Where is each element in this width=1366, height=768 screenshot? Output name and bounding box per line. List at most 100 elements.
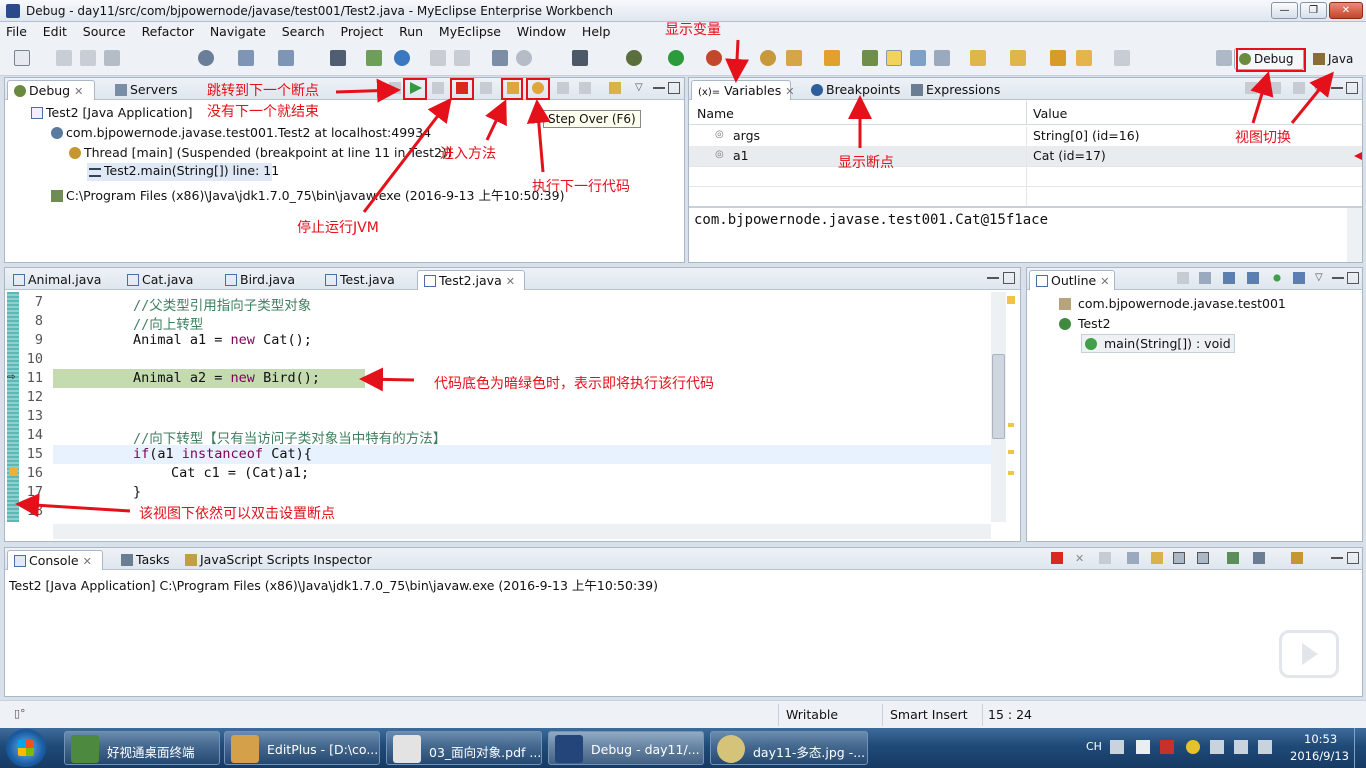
camera-icon[interactable]: [572, 50, 588, 66]
taskbar-item-1[interactable]: EditPlus - [D:\co...: [224, 731, 380, 765]
input-language[interactable]: CH: [1086, 740, 1102, 753]
tab-debug[interactable]: Debug ✕: [7, 80, 95, 100]
editor-horizontal-scrollbar[interactable]: [53, 524, 991, 539]
show-logical-structure-icon[interactable]: [1269, 82, 1281, 94]
tray-plus-icon[interactable]: [1186, 740, 1200, 754]
tab-variables[interactable]: (x)= Variables ✕: [691, 80, 794, 100]
column-divider[interactable]: [1026, 101, 1027, 125]
java-perspective-button[interactable]: Java: [1308, 48, 1364, 70]
back-icon[interactable]: [1076, 50, 1092, 66]
overview-marker[interactable]: [1008, 450, 1014, 454]
taskbar-item-0[interactable]: 好视通桌面终端: [64, 731, 220, 765]
tab-test-java[interactable]: Test.java: [319, 270, 415, 290]
run-icon[interactable]: [668, 50, 684, 66]
drop-to-frame-icon[interactable]: [579, 82, 591, 94]
new-console-icon[interactable]: [1253, 552, 1265, 564]
close-tab-icon[interactable]: ✕: [506, 275, 515, 288]
code-line-14[interactable]: //向下转型【只有当访问子类对象当中特有的方法】: [133, 427, 446, 447]
start-button[interactable]: [6, 729, 46, 767]
table-icon[interactable]: [492, 50, 508, 66]
menu-project[interactable]: Project: [335, 22, 390, 39]
minimize-view-icon[interactable]: [1331, 87, 1343, 89]
menu-source[interactable]: Source: [77, 22, 132, 39]
fast-view-icon[interactable]: ▯°: [14, 707, 26, 720]
nav2-icon[interactable]: [454, 50, 470, 66]
minimize-view-icon[interactable]: [987, 277, 999, 279]
tab-expressions[interactable]: Expressions: [905, 80, 1005, 100]
wand-icon[interactable]: [786, 50, 802, 66]
prev-annotation-icon[interactable]: [1010, 50, 1026, 66]
tab-outline[interactable]: Outline ✕: [1029, 270, 1115, 290]
save-icon[interactable]: [56, 50, 72, 66]
tray-app-icon[interactable]: [1160, 740, 1174, 754]
power-icon[interactable]: [1258, 740, 1272, 754]
maximize-view-icon[interactable]: [1346, 82, 1358, 94]
show-desktop-button[interactable]: [1354, 728, 1366, 768]
clock-date[interactable]: 2016/9/13: [1290, 749, 1349, 763]
code-line-11[interactable]: Animal a2 = new Bird();: [133, 370, 320, 386]
debug-run-icon[interactable]: [626, 50, 642, 66]
view-menu-icon[interactable]: ▽: [1315, 272, 1327, 284]
open-type-icon[interactable]: [824, 50, 840, 66]
outline-package[interactable]: com.bjpowernode.javase.test001: [1059, 296, 1286, 311]
code-line-15[interactable]: if(a1 instanceof Cat){: [133, 446, 312, 462]
close-button[interactable]: ✕: [1329, 2, 1363, 19]
mark-occurrences-icon[interactable]: [886, 50, 902, 66]
maximize-view-icon[interactable]: [668, 82, 680, 94]
editor-vertical-scrollbar[interactable]: [991, 292, 1006, 522]
use-step-filters-icon[interactable]: [609, 82, 621, 94]
clock-time[interactable]: 10:53: [1304, 732, 1337, 746]
sort-icon[interactable]: [1199, 272, 1211, 284]
run-server-icon[interactable]: [278, 50, 294, 66]
save-all-icon[interactable]: [80, 50, 96, 66]
taskbar-item-4[interactable]: day11-多态.jpg -...: [710, 731, 868, 765]
collapse-all-icon[interactable]: [1177, 272, 1189, 284]
whitespace-icon[interactable]: [934, 50, 950, 66]
maximize-button[interactable]: ❐: [1300, 2, 1327, 19]
tab-cat-java[interactable]: Cat.java: [121, 270, 213, 290]
menu-help[interactable]: Help: [576, 22, 617, 39]
keyboard-icon[interactable]: [1110, 740, 1124, 754]
scrollbar-thumb[interactable]: [992, 354, 1005, 439]
db-icon[interactable]: [516, 50, 532, 66]
minimize-view-icon[interactable]: [1331, 557, 1343, 559]
minimize-view-icon[interactable]: [653, 87, 665, 89]
network-icon[interactable]: [1234, 740, 1248, 754]
remove-launch-icon[interactable]: ✕: [1075, 552, 1087, 565]
tab-js-inspector[interactable]: JavaScript Scripts Inspector: [179, 550, 372, 570]
remove-terminated-icon[interactable]: [389, 82, 401, 94]
hide-static-icon[interactable]: [1247, 272, 1259, 284]
menu-window[interactable]: Window: [511, 22, 572, 39]
tree-launch[interactable]: Test2 [Java Application]: [31, 105, 193, 120]
menu-file[interactable]: File: [0, 22, 33, 39]
deploy-icon[interactable]: [238, 50, 254, 66]
code-line-16[interactable]: Cat c1 = (Cat)a1;: [171, 465, 309, 481]
tray-icon[interactable]: [1136, 740, 1150, 754]
step-return-icon[interactable]: [557, 82, 569, 94]
nav-icon[interactable]: [430, 50, 446, 66]
overview-marker[interactable]: [1008, 471, 1014, 475]
tree-vm[interactable]: com.bjpowernode.javase.test001.Test2 at …: [51, 125, 431, 140]
menu-refactor[interactable]: Refactor: [136, 22, 200, 39]
taskbar-item-3[interactable]: Debug - day11/...: [548, 731, 704, 765]
maximize-view-icon[interactable]: [1347, 272, 1359, 284]
remove-all-icon[interactable]: [1099, 552, 1111, 564]
tab-test2-java[interactable]: Test2.java ✕: [417, 270, 525, 290]
web-icon[interactable]: [330, 50, 346, 66]
tree-thread[interactable]: Thread [main] (Suspended (breakpoint at …: [69, 145, 452, 160]
display-console-icon[interactable]: [1197, 552, 1209, 564]
tree-process[interactable]: C:\Program Files (x86)\Java\jdk1.7.0_75\…: [51, 185, 564, 204]
code-line-9[interactable]: Animal a1 = new Cat();: [133, 332, 312, 348]
overview-marker[interactable]: [1008, 423, 1014, 427]
view-menu-icon[interactable]: ▽: [1313, 82, 1325, 94]
outline-class[interactable]: Test2: [1059, 316, 1111, 331]
server-icon[interactable]: [198, 50, 214, 66]
tab-tasks[interactable]: Tasks: [115, 550, 177, 570]
open-perspective-icon[interactable]: [1216, 50, 1232, 66]
show-type-names-icon[interactable]: [1245, 82, 1257, 94]
forward-icon[interactable]: [1114, 50, 1130, 66]
suspend-icon[interactable]: [432, 82, 444, 94]
close-tab-icon[interactable]: ✕: [83, 555, 92, 568]
taskbar-item-2[interactable]: 03_面向对象.pdf ...: [386, 731, 542, 765]
minimize-view-icon[interactable]: [1332, 277, 1344, 279]
